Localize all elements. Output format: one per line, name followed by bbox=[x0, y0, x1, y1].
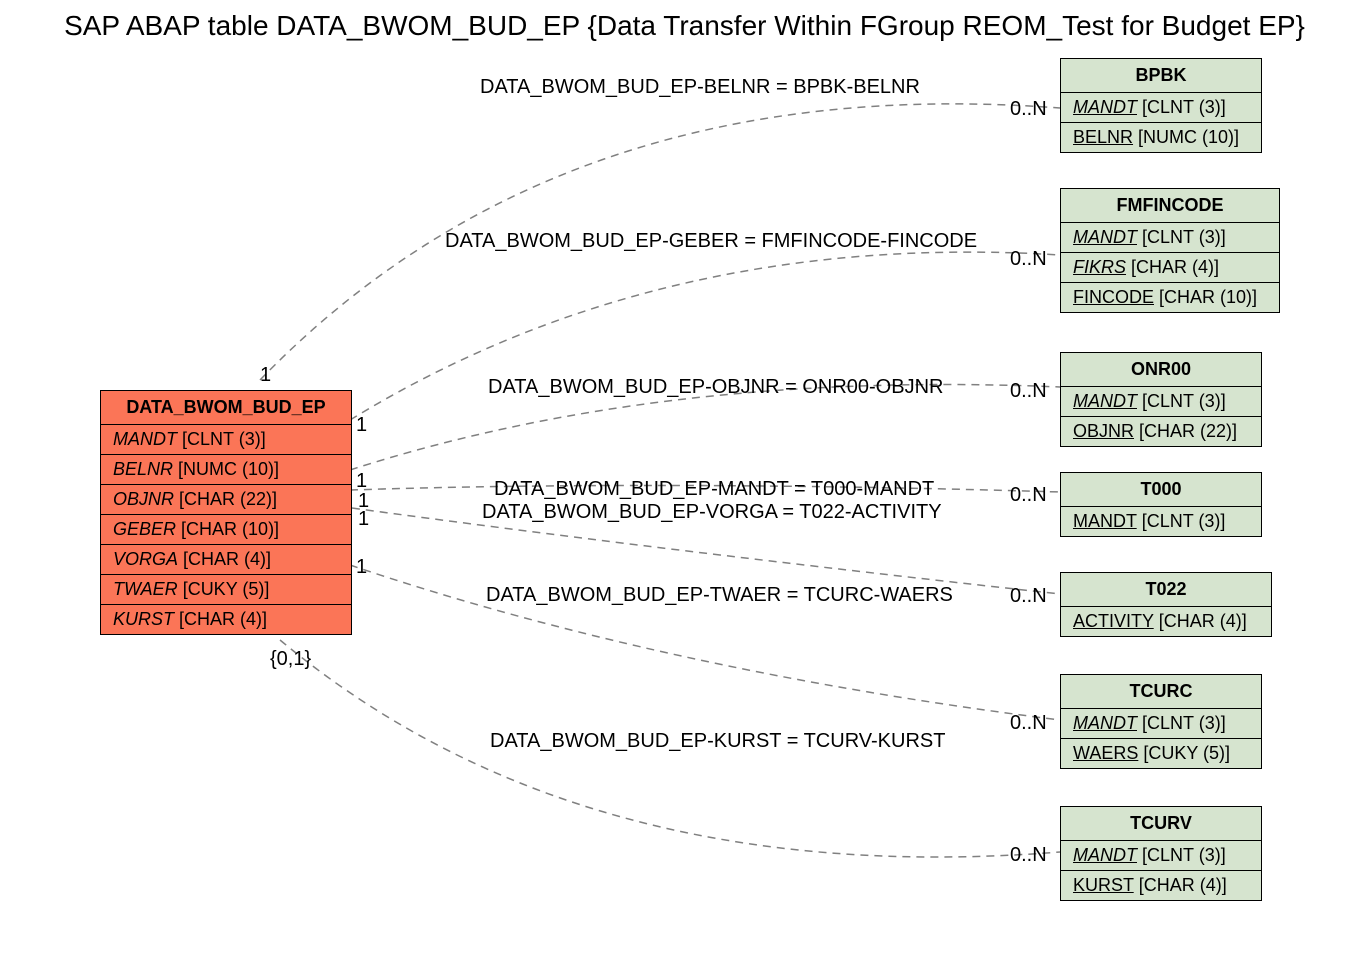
field: TWAER [CUKY (5)] bbox=[101, 575, 351, 605]
entity-name: ONR00 bbox=[1061, 353, 1261, 387]
entity-name: T000 bbox=[1061, 473, 1261, 507]
entity-tcurc: TCURC MANDT [CLNT (3)] WAERS [CUKY (5)] bbox=[1060, 674, 1262, 769]
entity-bpbk: BPBK MANDT [CLNT (3)] BELNR [NUMC (10)] bbox=[1060, 58, 1262, 153]
join-label: DATA_BWOM_BUD_EP-OBJNR = ONR00-OBJNR bbox=[488, 376, 943, 399]
field: KURST [CHAR (4)] bbox=[101, 605, 351, 634]
cardinality: 1 bbox=[358, 508, 369, 531]
field: ACTIVITY [CHAR (4)] bbox=[1061, 607, 1271, 636]
field: MANDT [CLNT (3)] bbox=[1061, 709, 1261, 739]
join-label: DATA_BWOM_BUD_EP-GEBER = FMFINCODE-FINCO… bbox=[445, 230, 977, 253]
field: OBJNR [CHAR (22)] bbox=[1061, 417, 1261, 446]
entity-t000: T000 MANDT [CLNT (3)] bbox=[1060, 472, 1262, 537]
join-label: DATA_BWOM_BUD_EP-TWAER = TCURC-WAERS bbox=[486, 584, 953, 607]
entity-name: FMFINCODE bbox=[1061, 189, 1279, 223]
join-label: DATA_BWOM_BUD_EP-MANDT = T000-MANDT bbox=[494, 478, 934, 501]
cardinality: 1 bbox=[260, 364, 271, 387]
entity-fmfincode: FMFINCODE MANDT [CLNT (3)] FIKRS [CHAR (… bbox=[1060, 188, 1280, 313]
diagram-title: SAP ABAP table DATA_BWOM_BUD_EP {Data Tr… bbox=[0, 10, 1369, 42]
field: KURST [CHAR (4)] bbox=[1061, 871, 1261, 900]
entity-onr00: ONR00 MANDT [CLNT (3)] OBJNR [CHAR (22)] bbox=[1060, 352, 1262, 447]
cardinality: 0..N bbox=[1010, 248, 1047, 271]
field: WAERS [CUKY (5)] bbox=[1061, 739, 1261, 768]
field: BELNR [NUMC (10)] bbox=[101, 455, 351, 485]
field: VORGA [CHAR (4)] bbox=[101, 545, 351, 575]
join-label: DATA_BWOM_BUD_EP-VORGA = T022-ACTIVITY bbox=[482, 501, 942, 524]
cardinality: 0..N bbox=[1010, 844, 1047, 867]
entity-main-name: DATA_BWOM_BUD_EP bbox=[101, 391, 351, 425]
field: MANDT [CLNT (3)] bbox=[1061, 223, 1279, 253]
field: MANDT [CLNT (3)] bbox=[1061, 387, 1261, 417]
entity-t022: T022 ACTIVITY [CHAR (4)] bbox=[1060, 572, 1272, 637]
field: FINCODE [CHAR (10)] bbox=[1061, 283, 1279, 312]
field: MANDT [CLNT (3)] bbox=[1061, 93, 1261, 123]
cardinality: 0..N bbox=[1010, 484, 1047, 507]
cardinality: 0..N bbox=[1010, 98, 1047, 121]
cardinality: 0..N bbox=[1010, 380, 1047, 403]
field: GEBER [CHAR (10)] bbox=[101, 515, 351, 545]
join-label: DATA_BWOM_BUD_EP-KURST = TCURV-KURST bbox=[490, 730, 945, 753]
cardinality: 0..N bbox=[1010, 585, 1047, 608]
entity-main: DATA_BWOM_BUD_EP MANDT [CLNT (3)] BELNR … bbox=[100, 390, 352, 635]
field: BELNR [NUMC (10)] bbox=[1061, 123, 1261, 152]
entity-name: BPBK bbox=[1061, 59, 1261, 93]
entity-name: TCURC bbox=[1061, 675, 1261, 709]
field: OBJNR [CHAR (22)] bbox=[101, 485, 351, 515]
field: FIKRS [CHAR (4)] bbox=[1061, 253, 1279, 283]
cardinality: {0,1} bbox=[270, 648, 311, 671]
field: MANDT [CLNT (3)] bbox=[101, 425, 351, 455]
entity-name: TCURV bbox=[1061, 807, 1261, 841]
entity-name: T022 bbox=[1061, 573, 1271, 607]
field: MANDT [CLNT (3)] bbox=[1061, 507, 1261, 536]
field: MANDT [CLNT (3)] bbox=[1061, 841, 1261, 871]
entity-tcurv: TCURV MANDT [CLNT (3)] KURST [CHAR (4)] bbox=[1060, 806, 1262, 901]
join-label: DATA_BWOM_BUD_EP-BELNR = BPBK-BELNR bbox=[480, 76, 920, 99]
cardinality: 0..N bbox=[1010, 712, 1047, 735]
cardinality: 1 bbox=[356, 414, 367, 437]
cardinality: 1 bbox=[356, 556, 367, 579]
